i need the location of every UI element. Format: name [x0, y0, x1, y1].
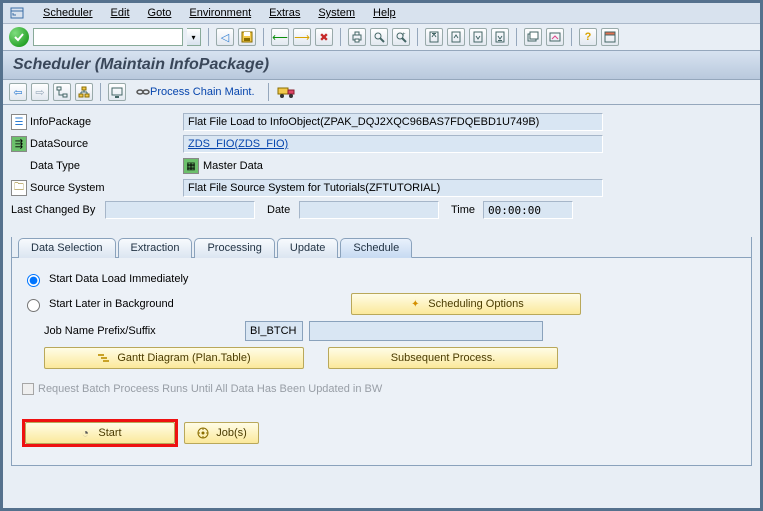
- menu-bar: Scheduler Edit Goto Environment Extras S…: [3, 3, 760, 24]
- infopackage-icon: ☰: [11, 114, 27, 130]
- process-chain-button[interactable]: Process Chain Maint.: [130, 83, 261, 101]
- scheduling-options-button[interactable]: ✦ Scheduling Options: [351, 293, 581, 315]
- date-field: [299, 201, 439, 219]
- jobs-button[interactable]: Job(s): [184, 422, 259, 444]
- start-button-label: Start: [98, 427, 121, 439]
- tab-update[interactable]: Update: [277, 238, 338, 258]
- scheduling-options-label: Scheduling Options: [428, 298, 523, 310]
- system-menu-icon[interactable]: [9, 5, 25, 21]
- source-system-icon: 🗀: [11, 180, 27, 196]
- subsequent-process-label: Subsequent Process.: [391, 352, 496, 364]
- jobs-button-label: Job(s): [216, 427, 247, 439]
- menu-goto[interactable]: Goto: [148, 7, 172, 19]
- menu-scheduler[interactable]: Scheduler: [43, 7, 93, 19]
- jobs-icon: [196, 426, 210, 440]
- source-system-label: Source System: [30, 182, 105, 194]
- nav-back-icon[interactable]: ⇦: [9, 83, 27, 101]
- svg-text:+: +: [402, 32, 406, 38]
- tab-processing[interactable]: Processing: [194, 238, 274, 258]
- command-history-dropdown[interactable]: ▾: [187, 28, 201, 46]
- last-changed-by-field: [105, 201, 255, 219]
- chain-icon: [136, 85, 150, 99]
- datasource-label: DataSource: [30, 138, 88, 150]
- help-icon[interactable]: ?: [579, 28, 597, 46]
- start-button[interactable]: Start: [25, 422, 175, 444]
- batch-checkbox-row: Request Batch Proceess Runs Until All Da…: [22, 383, 741, 395]
- menu-system[interactable]: System: [318, 7, 355, 19]
- last-page-icon[interactable]: [491, 28, 509, 46]
- datasource-icon: ⇶: [11, 136, 27, 152]
- datatype-value: Master Data: [203, 160, 263, 172]
- batch-checkbox: [22, 383, 34, 395]
- menu-help[interactable]: Help: [373, 7, 396, 19]
- command-field[interactable]: [33, 28, 183, 46]
- datasource-field[interactable]: ZDS_FIO(ZDS_FIO): [183, 135, 603, 153]
- sap-window: Scheduler Edit Goto Environment Extras S…: [0, 0, 763, 511]
- time-field: 00:00:00: [483, 201, 573, 219]
- print-icon[interactable]: [348, 28, 366, 46]
- process-chain-label: Process Chain Maint.: [150, 86, 255, 98]
- menu-edit[interactable]: Edit: [111, 7, 130, 19]
- batch-checkbox-label: Request Batch Proceess Runs Until All Da…: [38, 383, 382, 395]
- gantt-diagram-label: Gantt Diagram (Plan.Table): [117, 352, 250, 364]
- wand-icon: ✦: [408, 297, 422, 311]
- truck-icon[interactable]: [276, 83, 298, 101]
- job-prefix-label: Job Name Prefix/Suffix: [44, 325, 239, 337]
- clock-icon: [78, 426, 92, 440]
- layout-menu-icon[interactable]: [601, 28, 619, 46]
- next-page-icon[interactable]: [469, 28, 487, 46]
- nav-forward-icon[interactable]: ⇨: [31, 83, 49, 101]
- datatype-label: Data Type: [30, 160, 80, 172]
- back-green-icon[interactable]: ⟵: [271, 28, 289, 46]
- tab-data-selection[interactable]: Data Selection: [18, 238, 116, 258]
- radio-start-immediately[interactable]: [27, 274, 40, 287]
- tab-body-schedule: Start Data Load Immediately Start Later …: [12, 259, 751, 465]
- find-next-icon[interactable]: +: [392, 28, 410, 46]
- prev-page-icon[interactable]: [447, 28, 465, 46]
- tree-icon[interactable]: [53, 83, 71, 101]
- gantt-diagram-button[interactable]: Gantt Diagram (Plan.Table): [44, 347, 304, 369]
- cancel-icon[interactable]: ✖: [315, 28, 333, 46]
- application-toolbar: ⇦ ⇨ Process Chain Maint.: [3, 80, 760, 105]
- menu-extras[interactable]: Extras: [269, 7, 300, 19]
- tab-extraction[interactable]: Extraction: [118, 238, 193, 258]
- master-data-icon: ▦: [183, 158, 199, 174]
- time-label: Time: [441, 204, 481, 216]
- start-button-highlight: Start: [22, 419, 178, 447]
- menu-environment[interactable]: Environment: [189, 7, 251, 19]
- gantt-icon: [97, 351, 111, 365]
- source-system-field: Flat File Source System for Tutorials(ZF…: [183, 179, 603, 197]
- tab-schedule[interactable]: Schedule: [340, 238, 412, 258]
- exit-icon[interactable]: ⟶: [293, 28, 311, 46]
- shortcut-icon[interactable]: [546, 28, 564, 46]
- infopackage-label: InfoPackage: [30, 116, 91, 128]
- last-changed-by-label: Last Changed By: [11, 204, 95, 216]
- find-icon[interactable]: [370, 28, 388, 46]
- subsequent-process-button[interactable]: Subsequent Process.: [328, 347, 558, 369]
- job-suffix-field: [309, 321, 543, 341]
- radio-start-later[interactable]: [27, 299, 40, 312]
- first-page-icon[interactable]: [425, 28, 443, 46]
- monitor-icon[interactable]: [108, 83, 126, 101]
- page-title: Scheduler (Maintain InfoPackage): [3, 51, 760, 80]
- back-icon[interactable]: ◁: [216, 28, 234, 46]
- standard-toolbar: ▾ ◁ ⟵ ⟶ ✖ +: [3, 24, 760, 51]
- new-session-icon[interactable]: [524, 28, 542, 46]
- tabstrip: Data Selection Extraction Processing Upd…: [11, 237, 752, 466]
- hierarchy-icon[interactable]: [75, 83, 93, 101]
- job-prefix-field: BI_BTCH: [245, 321, 303, 341]
- radio-start-immediately-label: Start Data Load Immediately: [49, 273, 188, 285]
- date-label: Date: [257, 204, 297, 216]
- content-area: ☰ InfoPackage Flat File Load to InfoObje…: [3, 105, 760, 472]
- infopackage-field[interactable]: Flat File Load to InfoObject(ZPAK_DQJ2XQ…: [183, 113, 603, 131]
- save-icon[interactable]: [238, 28, 256, 46]
- enter-icon[interactable]: [9, 27, 29, 47]
- radio-start-later-label: Start Later in Background: [49, 298, 229, 310]
